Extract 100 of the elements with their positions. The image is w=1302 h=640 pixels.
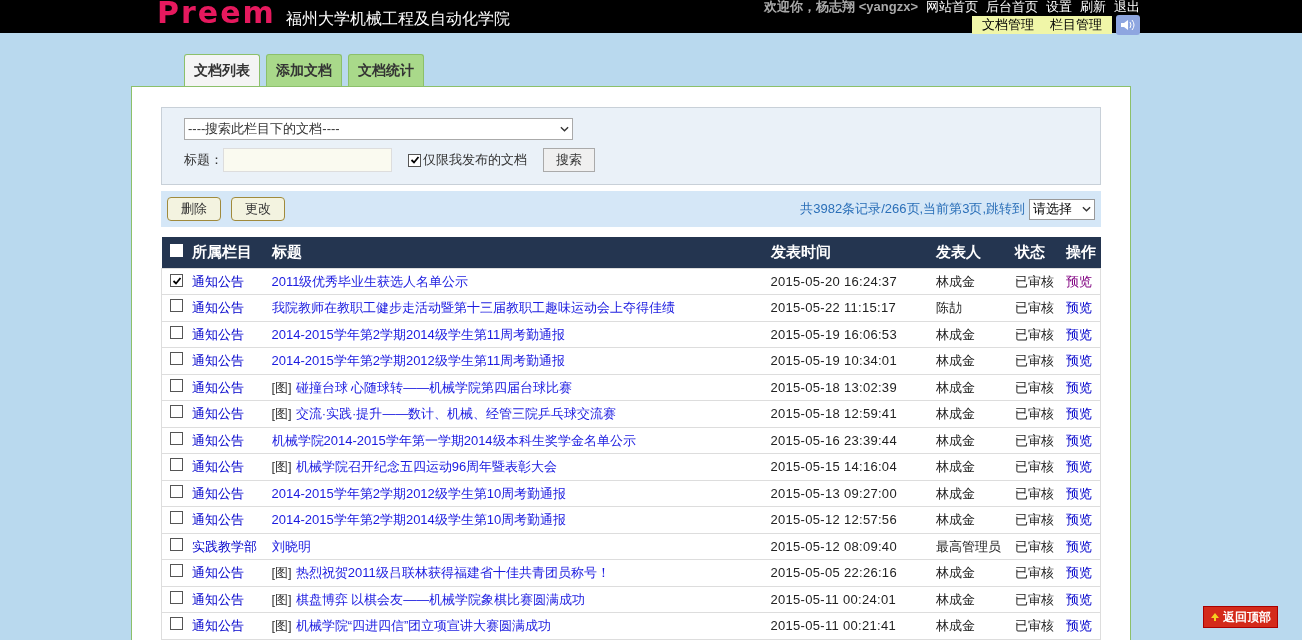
checkbox[interactable] — [170, 352, 184, 365]
checkbox[interactable] — [170, 511, 184, 524]
table-cell: 林成金 — [935, 612, 1015, 639]
checkbox[interactable] — [170, 590, 184, 604]
tab[interactable]: 文档统计 — [348, 54, 424, 86]
column-link[interactable]: 通知公告 — [191, 485, 244, 501]
column-link[interactable]: 通知公告 — [191, 273, 244, 289]
column-link[interactable]: 通知公告 — [191, 565, 244, 580]
preview-link[interactable]: 预览 — [1065, 512, 1092, 527]
caret-icon — [1082, 206, 1091, 212]
table-cell: 2015-05-19 16:06:53 — [770, 321, 936, 348]
checkbox[interactable] — [170, 299, 184, 312]
table-cell: 已审核 — [1014, 347, 1066, 374]
title-link[interactable]: 2014-2015学年第2学期2014级学生第10周考勤通报 — [271, 512, 567, 527]
action-button[interactable]: 更改 — [231, 197, 285, 221]
title-field[interactable] — [223, 148, 392, 172]
title-link[interactable]: 我院教师在教职工健步走活动暨第十三届教职工趣味运动会上夺得佳绩 — [271, 300, 675, 315]
preview-link[interactable]: 预览 — [1065, 565, 1092, 580]
checkbox[interactable] — [170, 617, 184, 630]
welcome-text: 欢迎你，杨志翔 <yangzx> — [764, 0, 918, 14]
preview-link[interactable]: 预览 — [1065, 326, 1092, 342]
table-cell: 2015-05-20 16:24:37 — [770, 268, 936, 295]
column-link[interactable]: 通知公告 — [191, 406, 244, 421]
preview-link[interactable]: 预览 — [1065, 379, 1092, 395]
checkbox[interactable] — [170, 564, 184, 577]
checkbox[interactable] — [170, 537, 184, 551]
title-link[interactable]: 热烈祝贺2011级吕联林获得福建省十佳共青团员称号！ — [295, 565, 610, 580]
top-link[interactable]: 设置 — [1046, 0, 1072, 14]
checkbox[interactable] — [408, 153, 421, 167]
back-to-top-button[interactable]: 返回顶部 — [1203, 606, 1278, 628]
title-link[interactable]: 棋盘博弈 以棋会友——机械学院象棋比赛圆满成功 — [295, 591, 586, 607]
column-link[interactable]: 通知公告 — [191, 300, 244, 315]
column-link[interactable]: 通知公告 — [191, 459, 244, 474]
title-link[interactable]: 机械学院“四进四信”团立项宣讲大赛圆满成功 — [295, 618, 552, 633]
column-link[interactable]: 通知公告 — [191, 379, 244, 395]
table-cell: 林成金 — [935, 321, 1015, 348]
preview-link[interactable]: 预览 — [1065, 591, 1092, 607]
tab[interactable]: 添加文档 — [266, 54, 342, 86]
preview-link[interactable]: 预览 — [1065, 538, 1092, 554]
title-link[interactable]: 2011级优秀毕业生获选人名单公示 — [271, 273, 469, 289]
preview-link[interactable]: 预览 — [1065, 459, 1092, 474]
preview-link[interactable]: 预览 — [1065, 273, 1092, 289]
table-cell: 林成金 — [935, 347, 1015, 374]
speaker-icon[interactable] — [1116, 15, 1140, 35]
table-cell: 已审核 — [1014, 586, 1066, 613]
sub-nav-link[interactable]: 栏目管理 — [1050, 15, 1102, 35]
table-cell: 2015-05-12 12:57:56 — [770, 506, 936, 533]
column-link[interactable]: 通知公告 — [191, 432, 244, 448]
title-link[interactable]: 机械学院召开纪念五四运动96周年暨表彰大会 — [295, 459, 558, 474]
title-link[interactable]: 机械学院2014-2015学年第一学期2014级本科生奖学金名单公示 — [271, 432, 636, 448]
title-link[interactable]: 2014-2015学年第2学期2012级学生第10周考勤通报 — [271, 485, 567, 501]
tab[interactable]: 文档列表 — [184, 54, 260, 86]
checkbox[interactable] — [170, 484, 184, 498]
column-link[interactable]: 通知公告 — [191, 591, 244, 607]
page-select[interactable]: 请选择 — [1029, 198, 1095, 220]
top-link[interactable]: 刷新 — [1080, 0, 1106, 14]
preview-link[interactable]: 预览 — [1065, 406, 1092, 421]
column-link[interactable]: 通知公告 — [191, 618, 244, 633]
preview-link[interactable]: 预览 — [1065, 353, 1092, 368]
checkbox[interactable] — [170, 405, 184, 418]
table-cell: 已审核 — [1014, 294, 1066, 321]
title-link[interactable]: 刘晓明 — [271, 538, 311, 554]
top-link[interactable]: 后台首页 — [986, 0, 1038, 14]
checkbox[interactable] — [170, 325, 184, 339]
table-cell: 林成金 — [935, 400, 1015, 427]
preview-link[interactable]: 预览 — [1065, 432, 1092, 448]
action-button[interactable]: 删除 — [167, 197, 221, 221]
checkbox[interactable] — [170, 378, 184, 392]
picture-tag: [图] — [271, 591, 292, 607]
table-cell: 林成金 — [935, 374, 1015, 401]
preview-link[interactable]: 预览 — [1065, 300, 1092, 315]
category-select[interactable]: ----搜索此栏目下的文档---- — [184, 118, 573, 140]
title-link[interactable]: 交流·实践·提升——数计、机械、经管三院乒乓球交流赛 — [295, 406, 617, 421]
title-link[interactable]: 2014-2015学年第2学期2014级学生第11周考勤通报 — [271, 326, 566, 342]
column-header: 操作 — [1065, 237, 1101, 268]
picture-tag: [图] — [271, 459, 292, 474]
title-link[interactable]: 碰撞台球 心随球转——机械学院第四届台球比赛 — [295, 379, 573, 395]
checkbox[interactable] — [170, 458, 184, 471]
picture-tag: [图] — [271, 618, 292, 633]
search-button[interactable]: 搜索 — [543, 148, 595, 172]
preview-link[interactable]: 预览 — [1065, 618, 1092, 633]
column-link[interactable]: 通知公告 — [191, 326, 244, 342]
checkbox[interactable] — [170, 274, 184, 287]
column-link[interactable]: 实践教学部 — [191, 538, 257, 554]
check-icon — [171, 275, 182, 286]
top-link[interactable]: 退出 — [1114, 0, 1140, 14]
top-link[interactable]: 网站首页 — [926, 0, 978, 14]
table-cell: 林成金 — [935, 559, 1015, 586]
picture-tag: [图] — [271, 406, 292, 421]
column-header: 标题 — [271, 237, 771, 268]
table-cell: 林成金 — [935, 506, 1015, 533]
column-link[interactable]: 通知公告 — [191, 353, 244, 368]
column-link[interactable]: 通知公告 — [191, 512, 244, 527]
checkbox[interactable] — [170, 431, 184, 445]
logo: Preem — [157, 0, 276, 26]
preview-link[interactable]: 预览 — [1065, 485, 1092, 501]
sub-nav-link[interactable]: 文档管理 — [982, 15, 1034, 35]
title-link[interactable]: 2014-2015学年第2学期2012级学生第11周考勤通报 — [271, 353, 566, 368]
checkbox-label: 仅限我发布的文档 — [423, 151, 527, 170]
table-cell: 已审核 — [1014, 427, 1066, 454]
